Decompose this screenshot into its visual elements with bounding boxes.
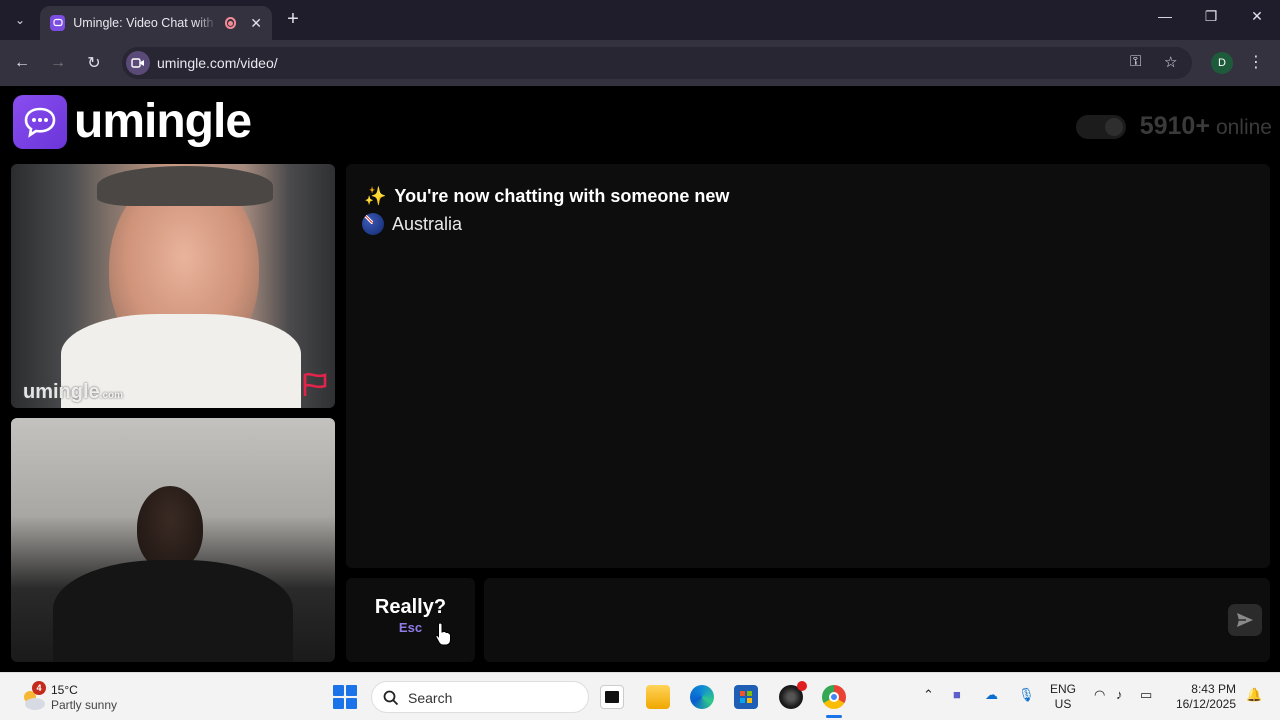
umingle-page: umingle 5910+ online umingle.com ✨ You'r… xyxy=(0,86,1280,672)
online-count: 5910+ xyxy=(1139,112,1210,140)
umingle-logo-icon[interactable] xyxy=(13,95,67,149)
windows-taskbar: 4 15°C Partly sunny Search ⌃ ■ ☁ 🎙 ENG U… xyxy=(0,672,1280,720)
country-name: Australia xyxy=(392,213,463,234)
chrome-active-indicator xyxy=(826,715,842,718)
browser-toolbar: ← → ↻ umingle.com/video/ ⚿ ☆ D ⋮ xyxy=(0,40,1280,86)
tab-close-icon[interactable]: ✕ xyxy=(250,15,262,32)
new-tab-plus-icon[interactable]: + xyxy=(282,8,304,30)
back-arrow-icon[interactable]: ← xyxy=(10,51,34,75)
chrome-icon[interactable] xyxy=(822,685,846,709)
weather-temperature: 15°C xyxy=(51,683,78,697)
search-icon xyxy=(383,690,399,706)
notifications-bell-icon[interactable]: 🔔 xyxy=(1246,687,1262,703)
message-input[interactable] xyxy=(484,578,1270,662)
file-explorer-icon[interactable] xyxy=(646,685,670,709)
theme-toggle[interactable] xyxy=(1075,114,1126,139)
logo-wordmark[interactable]: umingle xyxy=(74,94,252,149)
wifi-icon[interactable]: ◠ xyxy=(1094,687,1105,703)
send-icon[interactable] xyxy=(1228,604,1262,636)
bookmark-star-icon[interactable]: ☆ xyxy=(1164,53,1177,71)
battery-icon[interactable]: ▭ xyxy=(1140,687,1152,703)
hand-cursor-icon xyxy=(435,622,451,646)
local-jacket xyxy=(53,560,293,662)
search-label: Search xyxy=(408,690,453,706)
weather-notification-badge: 4 xyxy=(32,681,46,695)
task-view-icon[interactable] xyxy=(600,685,624,709)
start-menu-icon[interactable] xyxy=(333,685,357,709)
weather-widget[interactable]: 4 15°C Partly sunny xyxy=(20,681,140,713)
tab-search-chevron-icon[interactable]: ⌄ xyxy=(8,8,32,32)
restore-icon[interactable]: ❐ xyxy=(1199,8,1223,25)
reload-icon[interactable]: ↻ xyxy=(82,51,106,75)
umingle-favicon-icon xyxy=(50,15,66,31)
browser-menu-icon[interactable]: ⋮ xyxy=(1248,52,1264,72)
input-language[interactable]: ENG US xyxy=(1050,682,1076,712)
recording-indicator-icon xyxy=(224,17,237,29)
system-clock[interactable]: 8:43 PM 16/12/2025 xyxy=(1172,682,1236,712)
browser-tab-bar: ⌄ Umingle: Video Chat with Strangers ✕ +… xyxy=(0,0,1280,40)
forward-arrow-icon[interactable]: → xyxy=(46,51,70,75)
teams-icon[interactable]: ■ xyxy=(953,687,961,702)
skip-esc-button[interactable]: Really? Esc xyxy=(346,578,475,662)
sparkles-icon: ✨ xyxy=(364,186,387,206)
show-hidden-icons-icon[interactable]: ⌃ xyxy=(923,687,934,703)
microphone-icon[interactable]: 🎙 xyxy=(1018,687,1035,703)
remote-video: umingle.com xyxy=(11,164,335,408)
status-message: You're now chatting with someone new xyxy=(394,186,730,206)
obs-studio-icon[interactable] xyxy=(779,681,807,709)
weather-description: Partly sunny xyxy=(51,698,118,712)
onedrive-cloud-icon[interactable]: ☁ xyxy=(985,687,998,703)
australia-flag-icon xyxy=(362,213,384,235)
local-person xyxy=(137,486,203,570)
online-label: online xyxy=(1215,116,1272,139)
online-indicator: 5910+ online xyxy=(1075,112,1272,141)
report-flag-icon[interactable] xyxy=(301,372,329,398)
local-video xyxy=(11,418,335,662)
password-key-icon[interactable]: ⚿ xyxy=(1130,53,1141,70)
remote-cap xyxy=(97,166,273,206)
microsoft-store-icon[interactable] xyxy=(734,685,758,709)
chat-status: ✨ You're now chatting with someone new xyxy=(364,186,729,207)
umingle-watermark: umingle.com xyxy=(23,381,124,403)
partner-country: Australia xyxy=(362,213,462,235)
site-info-video-icon[interactable] xyxy=(126,51,150,75)
chat-log: ✨ You're now chatting with someone new A… xyxy=(346,164,1270,568)
minimize-icon[interactable]: — xyxy=(1153,8,1177,24)
esc-key-hint: Esc xyxy=(398,620,423,635)
browser-tab[interactable]: Umingle: Video Chat with Strangers ✕ xyxy=(40,6,272,40)
tab-title: Umingle: Video Chat with Strangers xyxy=(73,16,216,30)
volume-icon[interactable]: ♪ xyxy=(1116,687,1123,702)
profile-avatar[interactable]: D xyxy=(1211,52,1233,74)
esc-button-label: Really? xyxy=(374,596,447,618)
address-bar[interactable]: umingle.com/video/ ⚿ ☆ xyxy=(122,47,1192,79)
edge-browser-icon[interactable] xyxy=(690,685,714,709)
window-close-icon[interactable]: ✕ xyxy=(1245,8,1269,25)
url-text: umingle.com/video/ xyxy=(157,55,278,71)
taskbar-search[interactable]: Search xyxy=(371,681,589,713)
